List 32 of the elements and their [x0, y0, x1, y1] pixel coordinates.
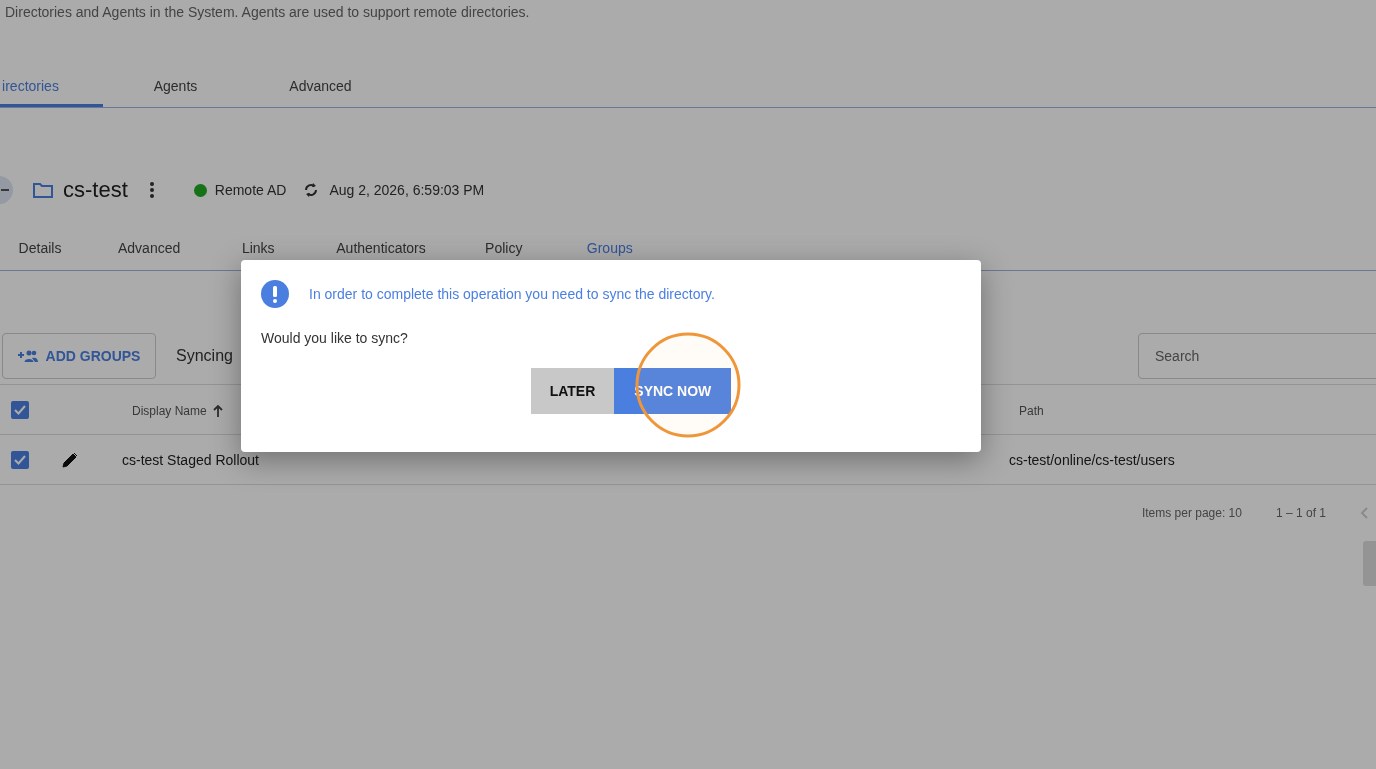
- syncing-label: Syncing: [176, 347, 233, 365]
- alert-icon: [261, 280, 289, 308]
- column-header[interactable]: Display Name: [132, 403, 223, 418]
- detail-tab[interactable]: Advanced: [93, 228, 206, 270]
- main-tab[interactable]: Advanced: [248, 68, 393, 107]
- sync-icon[interactable]: [303, 181, 320, 199]
- page-range: 1 – 1 of 1: [1275, 505, 1326, 520]
- add-groups-button[interactable]: ADD GROUPS: [2, 333, 156, 379]
- detail-tab[interactable]: Details: [0, 228, 93, 270]
- more-icon[interactable]: [149, 182, 154, 198]
- dialog-question: Would you like to sync?: [261, 330, 409, 346]
- main-tab[interactable]: Agents: [103, 68, 248, 107]
- folder-icon: [33, 182, 53, 198]
- check-icon: [14, 454, 26, 465]
- items-per-page[interactable]: Items per page: 10: [1141, 505, 1242, 520]
- later-button[interactable]: LATER: [530, 368, 615, 414]
- add-people-icon: [17, 350, 38, 362]
- row-checkbox[interactable]: [11, 450, 29, 469]
- table-cell: cs-test Staged Rollout: [122, 451, 259, 468]
- page-description: Directories and Agents in the System. Agents are used to support remote directories.: [4, 3, 531, 22]
- dialog-message: In order to complete this operation you need to sync the directory.: [309, 286, 715, 302]
- column-header[interactable]: Path: [1019, 403, 1044, 418]
- search-field[interactable]: Search: [1138, 333, 1376, 379]
- select-all-checkbox[interactable]: [11, 400, 29, 419]
- main-tab[interactable]: irectories: [0, 68, 103, 107]
- directory-name: cs-test: [63, 177, 128, 203]
- check-icon: [14, 404, 26, 415]
- dash-icon: [1, 189, 9, 191]
- last-sync-time: Aug 2, 2026, 6:59:03 PM: [329, 182, 485, 198]
- pencil-icon[interactable]: [62, 451, 78, 468]
- directory-type: Remote AD: [214, 182, 287, 198]
- table-cell: cs-test/online/cs-test/users: [1009, 451, 1175, 468]
